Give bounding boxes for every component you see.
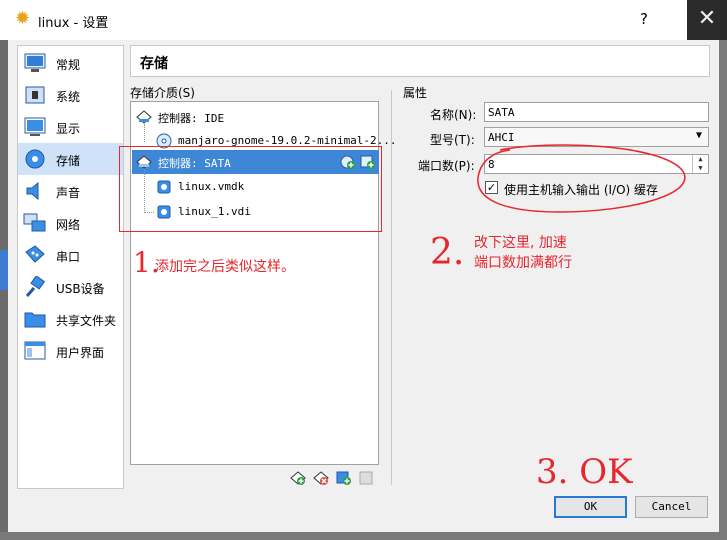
system-icon: [25, 86, 45, 104]
sidebar-item-label: 常规: [56, 58, 81, 72]
tree-item-label: 控制器: IDE: [158, 112, 225, 125]
page-title: 存储: [140, 56, 168, 72]
cancel-button[interactable]: Cancel: [635, 496, 708, 518]
serial-port-icon: [25, 245, 45, 263]
sidebar-item-serial-port[interactable]: 串口: [18, 239, 123, 271]
settings-sidebar: 常规 系统 显示 存储 声音 网络 串口 USB设备 共享文件夹 用户界面: [17, 45, 124, 489]
ok-button[interactable]: OK: [554, 496, 627, 518]
sidebar-item-label: 用户界面: [56, 346, 105, 360]
tree-controller-ide[interactable]: 控制器: IDE: [132, 105, 379, 129]
sidebar-item-user-interface[interactable]: 用户界面: [18, 335, 123, 367]
sidebar-item-label: 串口: [56, 250, 81, 264]
name-label: 名称(N):: [430, 108, 477, 122]
annotation-number-2: 2.: [430, 232, 465, 273]
annotation-ellipse: [477, 144, 686, 213]
sidebar-item-audio[interactable]: 声音: [18, 175, 123, 207]
ports-label: 端口数(P):: [418, 159, 475, 173]
controller-icon: [136, 110, 152, 124]
background-window-edge: [719, 40, 727, 540]
add-attachment-icon[interactable]: [336, 470, 352, 486]
name-field[interactable]: SATA: [484, 102, 709, 122]
sidebar-item-label: 存储: [56, 154, 81, 168]
annotation-note-2-line2: 端口数加满都行: [474, 255, 572, 271]
network-icon: [23, 213, 46, 232]
sidebar-item-label: 系统: [56, 90, 81, 104]
sidebar-item-system[interactable]: 系统: [18, 79, 123, 111]
annotation-note-3: 3. OK: [536, 452, 633, 492]
virtualbox-gear-icon: ✹: [15, 8, 31, 29]
sidebar-item-display[interactable]: 显示: [18, 111, 123, 143]
annotation-note-1: 添加完之后类似这样。: [155, 259, 295, 275]
sidebar-item-label: USB设备: [56, 282, 105, 296]
general-icon: [24, 53, 46, 72]
sidebar-item-label: 共享文件夹: [56, 314, 117, 328]
sidebar-item-label: 声音: [56, 186, 81, 200]
sidebar-item-storage[interactable]: 存储: [18, 143, 123, 175]
sidebar-item-shared-folders[interactable]: 共享文件夹: [18, 303, 123, 335]
shared-folder-icon: [24, 312, 46, 328]
help-button[interactable]: ?: [640, 10, 660, 28]
sidebar-item-general[interactable]: 常规: [18, 47, 123, 79]
sidebar-item-network[interactable]: 网络: [18, 207, 123, 239]
background-window-edge-bottom: [0, 532, 727, 540]
user-interface-icon: [24, 341, 46, 360]
close-button[interactable]: ✕: [687, 0, 727, 40]
sidebar-item-label: 显示: [56, 122, 81, 136]
add-controller-icon[interactable]: [290, 470, 306, 486]
section-header: 存储: [130, 45, 710, 77]
divider: [391, 90, 392, 485]
remove-attachment-icon[interactable]: [359, 470, 375, 486]
title-bar: ✹ linux - 设置 ? ✕: [0, 0, 727, 40]
remove-controller-icon[interactable]: [313, 470, 329, 486]
usb-icon: [25, 276, 46, 297]
properties-label: 属性: [403, 86, 428, 100]
storage-icon: [25, 149, 45, 169]
sidebar-item-usb[interactable]: USB设备: [18, 271, 123, 303]
tree-connector: [144, 124, 145, 142]
window-title: linux - 设置: [38, 16, 109, 31]
display-icon: [24, 117, 46, 136]
annotation-note-2-line1: 改下这里, 加速: [474, 235, 567, 251]
sidebar-item-label: 网络: [56, 218, 81, 232]
annotation-box: [119, 146, 382, 232]
type-label: 型号(T):: [430, 133, 475, 147]
storage-devices-label: 存储介质(S): [130, 86, 195, 100]
audio-icon: [26, 181, 39, 201]
background-window-accent: [0, 250, 8, 290]
